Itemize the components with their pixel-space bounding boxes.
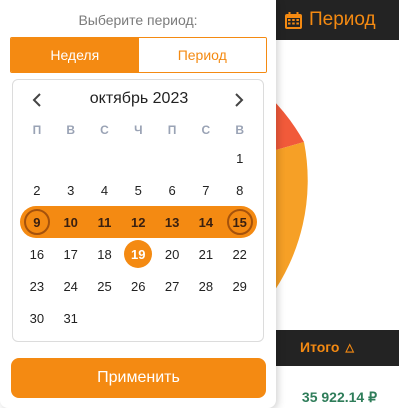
calendar-day[interactable]: 29 (223, 270, 257, 302)
calendar-day-number: 31 (63, 310, 78, 326)
calendar-day-number: 15 (226, 209, 253, 235)
calendar-day-number: 16 (29, 246, 45, 262)
calendar-day[interactable]: 19 (121, 238, 155, 270)
calendar-day[interactable]: 23 (20, 270, 54, 302)
calendar-day[interactable]: 3 (54, 174, 88, 206)
calendar-day-number: 25 (97, 278, 112, 294)
calendar-day[interactable]: 18 (88, 238, 122, 270)
calendar-day[interactable]: 20 (155, 238, 189, 270)
calendar-day[interactable]: 15 (222, 206, 257, 238)
calendar-day-number: 22 (232, 246, 247, 262)
calendar-day[interactable]: 4 (88, 174, 122, 206)
calendar-day-number: 2 (33, 182, 41, 198)
weekday-label: П (167, 123, 177, 137)
calendar-day-number: 17 (63, 246, 78, 262)
calendar-day[interactable]: 12 (121, 206, 156, 238)
calendar-day[interactable]: 31 (54, 302, 88, 334)
weekday-label: П (32, 123, 42, 137)
calendar-day[interactable]: 21 (189, 238, 223, 270)
calendar-day[interactable]: 22 (223, 238, 257, 270)
weekday-label: В (66, 123, 76, 137)
weekday-label: Ч (134, 123, 143, 137)
period-picker-popup: Выберите период: Неделя Период октябрь 2… (0, 0, 276, 408)
period-mode-switch: Неделя Период (10, 37, 267, 73)
calendar-day-number: 4 (100, 182, 109, 198)
calendar-day[interactable]: 25 (88, 270, 122, 302)
calendar-day[interactable]: 17 (54, 238, 88, 270)
calendar-day-number: 28 (198, 278, 214, 294)
calendar-day[interactable]: 27 (155, 270, 189, 302)
calendar-blank-cell (155, 142, 189, 174)
calendar-blank-cell (189, 142, 223, 174)
total-header-label: Итого (300, 339, 340, 355)
calendar-day-number: 11 (97, 214, 112, 230)
calendar-day[interactable]: 24 (54, 270, 88, 302)
period-button-label: Период (309, 9, 376, 30)
calendar-day[interactable]: 10 (53, 206, 88, 238)
calendar-day-number: 23 (29, 278, 45, 294)
calendar-day-number: 20 (164, 246, 180, 262)
calendar-day[interactable]: 8 (223, 174, 257, 206)
tab-week[interactable]: Неделя (11, 38, 139, 72)
weekday-label: С (201, 123, 211, 137)
calendar-day-number: 7 (202, 182, 210, 198)
calendar-day-number: 8 (236, 182, 244, 198)
tab-period[interactable]: Период (138, 38, 266, 72)
calendar-day-number: 18 (97, 246, 112, 262)
weekday-label: С (100, 123, 109, 137)
calendar-icon (285, 11, 302, 29)
chevron-right-icon (235, 93, 244, 107)
calendar-day[interactable]: 2 (20, 174, 54, 206)
calendar-day[interactable]: 26 (121, 270, 155, 302)
total-column-header[interactable]: Итого △ (300, 339, 354, 355)
calendar-day-number: 10 (63, 214, 78, 230)
calendar-day-number: 21 (198, 246, 214, 262)
calendar-blank-cell (88, 142, 122, 174)
calendar-grid: П В С Ч П С В 1 2 3 4 5 6 7 8 9 10 11 12 13 14 15 16 17 18 19 20 21… (20, 118, 257, 334)
calendar-day-number: 27 (164, 278, 180, 294)
calendar-day[interactable]: 16 (20, 238, 54, 270)
calendar: октябрь 2023 П В С Ч П С В 1 2 3 4 5 6 7 8 9 10 11 12 13 14 1… (12, 79, 264, 342)
calendar-day[interactable]: 11 (87, 206, 122, 238)
calendar-day-number: 5 (134, 182, 142, 198)
calendar-day-number: 14 (198, 214, 214, 230)
calendar-day-number: 19 (124, 240, 153, 268)
calendar-day-number: 9 (23, 209, 50, 235)
popup-title: Выберите период: (78, 12, 198, 28)
calendar-day[interactable]: 5 (121, 174, 155, 206)
calendar-day-number: 26 (131, 278, 146, 294)
calendar-blank-cell (20, 142, 54, 174)
triangle-up-icon: △ (345, 341, 354, 354)
calendar-day[interactable]: 6 (155, 174, 189, 206)
calendar-day-number: 13 (164, 214, 180, 230)
calendar-day-number: 3 (67, 182, 75, 198)
calendar-blank-cell (54, 142, 88, 174)
apply-button[interactable]: Применить (11, 358, 266, 398)
calendar-day-number: 1 (236, 150, 244, 166)
calendar-blank-cell (121, 142, 155, 174)
calendar-day[interactable]: 9 (20, 206, 54, 238)
calendar-day[interactable]: 14 (188, 206, 223, 238)
calendar-day-number: 29 (232, 278, 247, 294)
calendar-day-number: 30 (29, 310, 45, 326)
calendar-day[interactable]: 7 (189, 174, 223, 206)
next-month-button[interactable] (228, 88, 250, 112)
calendar-day[interactable]: 13 (155, 206, 189, 238)
calendar-day-number: 12 (131, 214, 146, 230)
period-button[interactable]: Период (284, 7, 376, 33)
calendar-day[interactable]: 1 (223, 142, 257, 174)
total-value: 35 922.14 ₽ (301, 389, 377, 405)
weekday-label: В (235, 123, 245, 137)
calendar-day-number: 6 (168, 182, 176, 198)
calendar-day[interactable]: 28 (189, 270, 223, 302)
calendar-day-number: 24 (63, 278, 78, 294)
calendar-day[interactable]: 30 (20, 302, 54, 334)
